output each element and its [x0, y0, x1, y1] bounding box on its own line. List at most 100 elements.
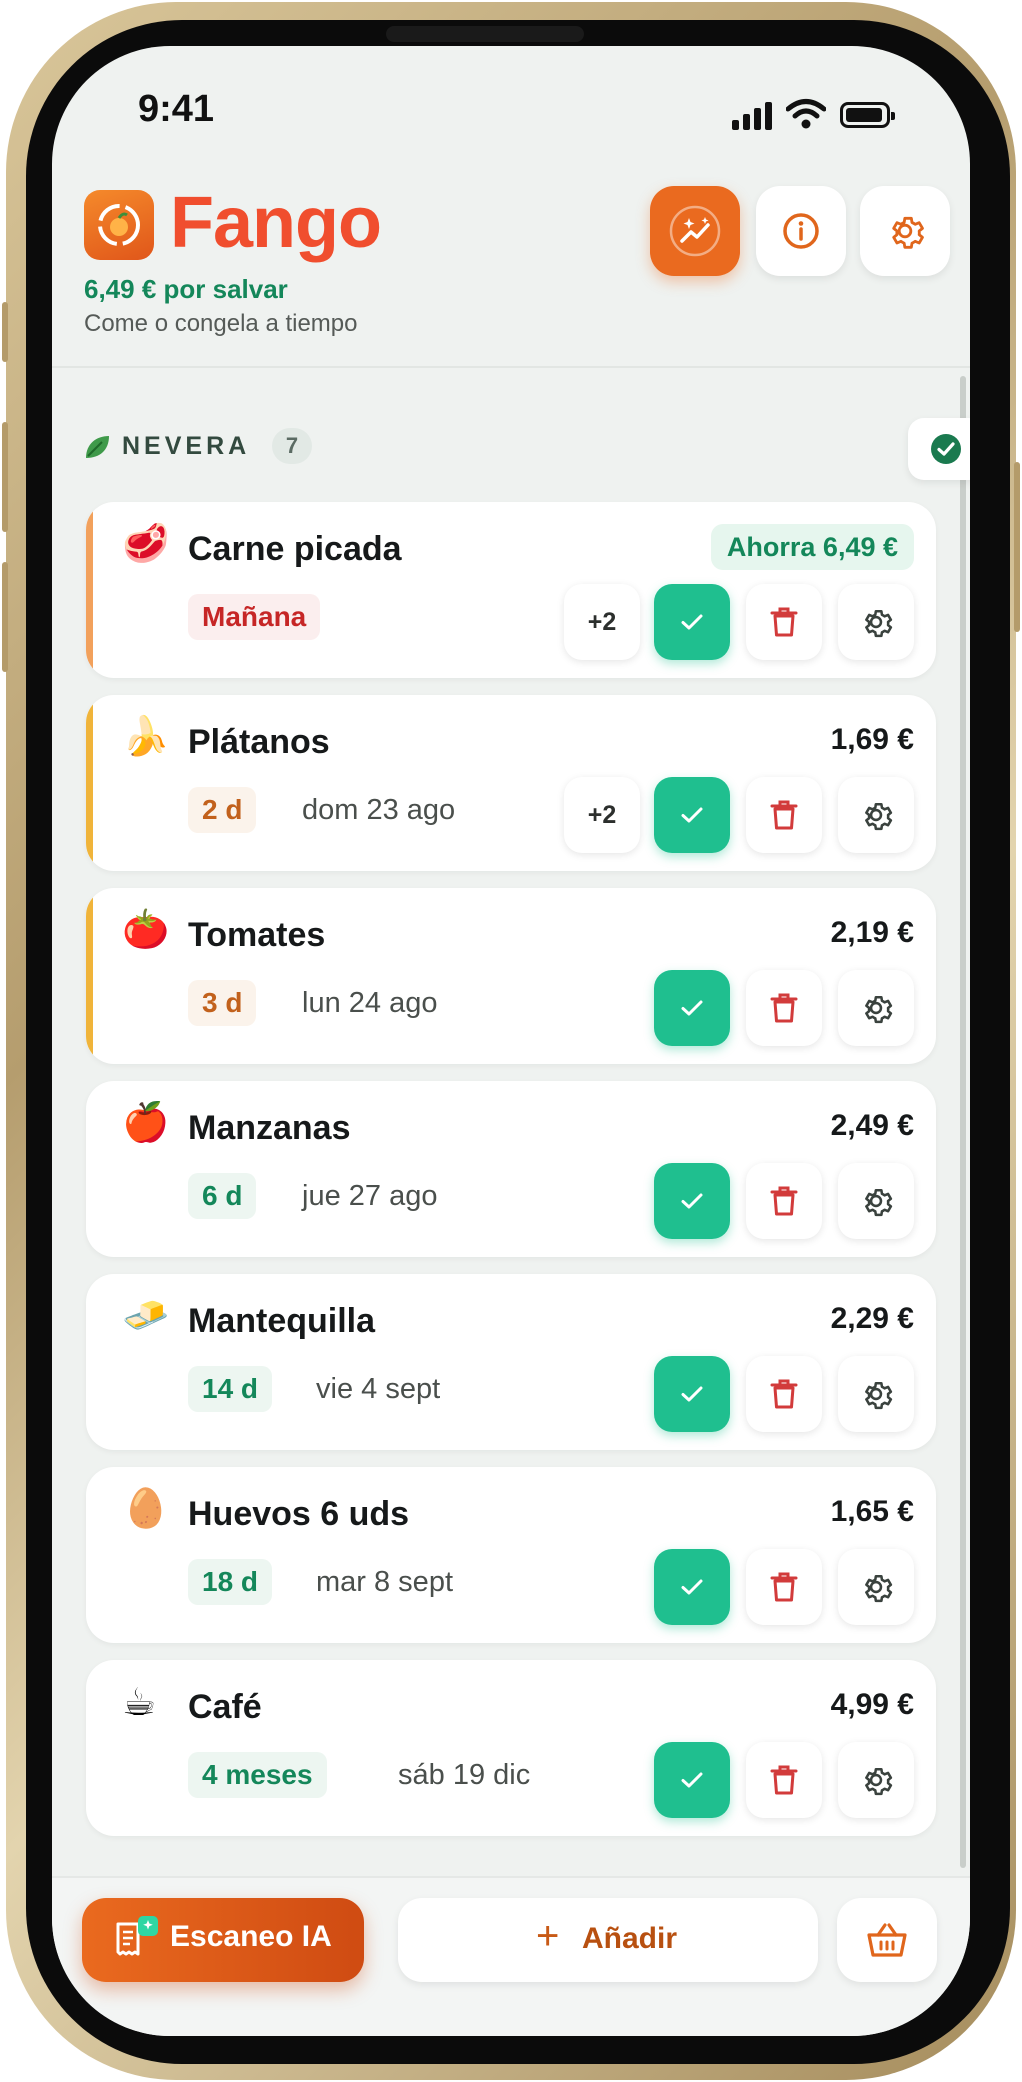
gear-icon [865, 1574, 893, 1603]
status-bar: 9:41 [52, 46, 970, 156]
food-emoji: 🍎 [122, 1102, 170, 1144]
expiry-badge: Mañana [188, 594, 321, 640]
section-count: 7 [272, 428, 312, 464]
food-emoji: 🥩 [122, 523, 170, 565]
urgency-accent [86, 502, 93, 678]
item-card[interactable]: ☕ Café 4,99 € 4 meses sáb 19 dic [86, 1660, 936, 1836]
item-settings-button[interactable] [838, 1549, 914, 1625]
item-settings-button[interactable] [838, 1163, 914, 1239]
item-name: Huevos 6 uds [188, 1495, 410, 1533]
check-icon [681, 1193, 703, 1209]
delete-button[interactable] [746, 1549, 822, 1625]
item-name: Manzanas [188, 1109, 351, 1147]
extend-days-button[interactable]: +2 [564, 584, 640, 660]
gear-icon [865, 1381, 893, 1410]
expiry-badge: 3 d [188, 980, 257, 1026]
ai-scan-label: Escaneo IA [170, 1920, 332, 1953]
bottom-bar: Escaneo IA + Añadir [52, 1876, 970, 2036]
delete-button[interactable] [746, 1742, 822, 1818]
ai-suggestions-button[interactable] [650, 186, 740, 276]
item-settings-button[interactable] [838, 584, 914, 660]
check-icon [681, 1386, 703, 1402]
check-icon [681, 807, 703, 823]
check-circle-icon [931, 434, 961, 464]
plus-icon: + [536, 1914, 560, 1958]
expiry-date: sáb 19 dic [398, 1759, 531, 1791]
basket-icon [867, 1923, 907, 1957]
delete-button[interactable] [746, 584, 822, 660]
item-price: 4,99 € [830, 1688, 914, 1721]
app-screen: 9:41 Fango 6,49 € por salvar Come o cong… [52, 46, 970, 2036]
item-card[interactable]: 🍌 Plátanos 1,69 € 2 d dom 23 ago +2 [86, 695, 936, 871]
fridge-list[interactable]: NEVERA 7 🥩 Carne picada Ahorra 6,49 € Mañan… [52, 368, 970, 1908]
item-settings-button[interactable] [838, 1742, 914, 1818]
consumed-button[interactable] [654, 1163, 730, 1239]
ai-scan-button[interactable]: Escaneo IA [82, 1898, 364, 1982]
item-card[interactable]: 🧈 Mantequilla 2,29 € 14 d vie 4 sept [86, 1274, 936, 1450]
app-logo [84, 190, 154, 260]
gear-icon [865, 609, 893, 638]
expiry-badge: 2 d [188, 787, 257, 833]
receipt-scan-icon [116, 1916, 158, 1956]
select-all-button[interactable] [908, 418, 970, 480]
consumed-button[interactable] [654, 1742, 730, 1818]
add-item-label: Añadir [582, 1922, 678, 1955]
item-card[interactable]: 🍎 Manzanas 2,49 € 6 d jue 27 ago [86, 1081, 936, 1257]
savings-hint: Come o congela a tiempo [84, 310, 358, 337]
consumed-button[interactable] [654, 1549, 730, 1625]
extend-days-button[interactable]: +2 [564, 777, 640, 853]
item-card[interactable]: 🍅 Tomates 2,19 € 3 d lun 24 ago [86, 888, 936, 1064]
wifi-icon [786, 99, 826, 129]
delete-button[interactable] [746, 1356, 822, 1432]
section-title: NEVERA [122, 432, 251, 460]
item-name: Mantequilla [188, 1302, 376, 1340]
item-name: Plátanos [188, 723, 330, 761]
scrollbar[interactable] [960, 376, 966, 1868]
expiry-badge: 4 meses [188, 1752, 327, 1798]
item-settings-button[interactable] [838, 970, 914, 1046]
urgency-accent [86, 888, 93, 1064]
check-icon [681, 1000, 703, 1016]
item-price: 2,29 € [830, 1302, 914, 1335]
item-card[interactable]: 🥚 Huevos 6 uds 1,65 € 18 d mar 8 sept [86, 1467, 936, 1643]
expiry-badge: 6 d [188, 1173, 257, 1219]
food-emoji: 🧈 [122, 1295, 170, 1337]
gear-icon [865, 1188, 893, 1217]
savings-summary: 6,49 € por salvar [84, 274, 288, 304]
check-icon [681, 614, 703, 630]
expiry-date: mar 8 sept [316, 1566, 453, 1598]
delete-button[interactable] [746, 777, 822, 853]
trash-icon [770, 1572, 798, 1602]
add-item-button[interactable]: + Añadir [398, 1898, 818, 1982]
food-emoji: 🥚 [122, 1488, 170, 1530]
food-emoji: 🍅 [122, 909, 170, 951]
info-button[interactable] [756, 186, 846, 276]
consumed-button[interactable] [654, 970, 730, 1046]
expiry-badge: 14 d [188, 1366, 273, 1412]
expiry-date: lun 24 ago [302, 987, 438, 1019]
status-time: 9:41 [138, 88, 215, 130]
gear-icon [892, 216, 924, 249]
item-price: 1,69 € [830, 723, 914, 756]
expiry-date: dom 23 ago [302, 794, 456, 826]
item-settings-button[interactable] [838, 777, 914, 853]
consumed-button[interactable] [654, 777, 730, 853]
dynamic-island [386, 26, 584, 42]
item-name: Carne picada [188, 530, 402, 568]
item-card[interactable]: 🥩 Carne picada Ahorra 6,49 € Mañana +2 [86, 502, 936, 678]
shopping-basket-button[interactable] [837, 1898, 937, 1982]
consumed-button[interactable] [654, 584, 730, 660]
food-emoji: 🍌 [122, 716, 170, 758]
volume-down-button [2, 562, 8, 672]
delete-button[interactable] [746, 1163, 822, 1239]
battery-icon [840, 102, 895, 128]
trash-icon [770, 1186, 798, 1216]
item-settings-button[interactable] [838, 1356, 914, 1432]
settings-button[interactable] [860, 186, 950, 276]
savings-badge: Ahorra 6,49 € [710, 524, 914, 570]
delete-button[interactable] [746, 970, 822, 1046]
consumed-button[interactable] [654, 1356, 730, 1432]
volume-up-button [2, 422, 8, 532]
expiry-date: vie 4 sept [316, 1373, 441, 1405]
app-header: Fango 6,49 € por salvar Come o congela a… [52, 156, 970, 368]
